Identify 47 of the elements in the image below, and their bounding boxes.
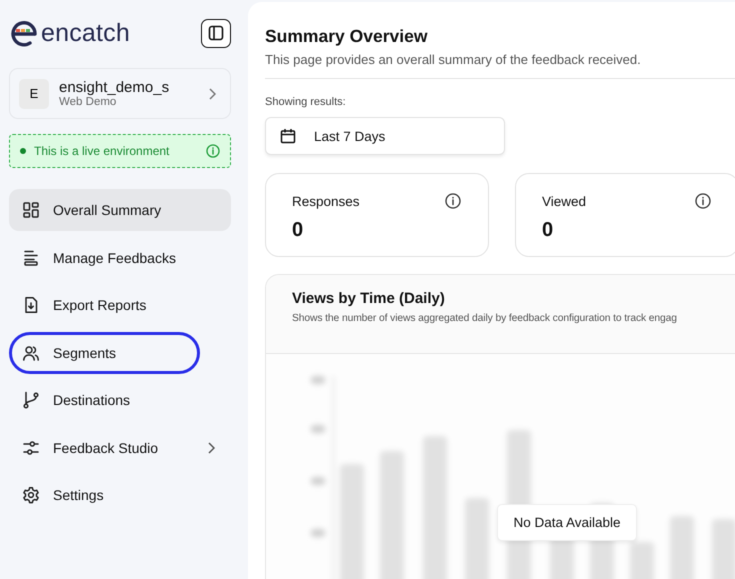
blurred-tick-label [311, 477, 325, 485]
nav-item[interactable]: Export Reports [9, 284, 231, 326]
nav-item[interactable]: Settings [9, 474, 231, 516]
sliders-icon [22, 438, 40, 456]
status-dot-icon [20, 148, 26, 154]
stat-label: Viewed [542, 194, 586, 208]
page-subtitle: This page provides an overall summary of the feedback received. [265, 52, 642, 67]
filter-label: Showing results: [265, 96, 347, 108]
info-icon [695, 193, 711, 209]
date-range-button[interactable]: Last 7 Days [265, 117, 505, 155]
chevron-right-icon [208, 88, 216, 100]
workspace-subtitle: Web Demo [59, 96, 118, 108]
blurred-bar [670, 516, 694, 579]
blurred-bar [712, 519, 735, 579]
stat-value: 0 [542, 219, 554, 242]
stat-value: 0 [292, 219, 304, 242]
nav-item[interactable]: Feedback Studio [9, 426, 231, 468]
branch-icon [22, 391, 40, 409]
settings-icon [22, 486, 40, 504]
stat-label: Responses [292, 194, 360, 208]
chart-description: Shows the number of views aggregated daily by feedback configuration to track engag [292, 313, 678, 324]
environment-text: This is a live environment [34, 144, 170, 158]
nav-item[interactable]: Manage Feedbacks [9, 236, 231, 278]
sidebar-icon [208, 25, 224, 41]
workspace-switcher[interactable]: E ensight_demo_s Web Demo [9, 68, 231, 119]
users-icon [22, 344, 40, 362]
page-title: Summary Overview [265, 26, 428, 47]
sidebar-toggle-button[interactable] [201, 18, 231, 48]
blurred-tick-label [311, 425, 325, 433]
chevron-right-icon [207, 442, 215, 454]
brand-name: encatch [41, 18, 130, 48]
chart-title: Views by Time (Daily) [292, 290, 446, 307]
nav-item[interactable]: Destinations [9, 379, 231, 421]
grid-icon [22, 201, 40, 219]
nav-item[interactable]: Overall Summary [9, 189, 231, 231]
nav-item[interactable]: Segments [9, 332, 200, 374]
list-icon [22, 248, 40, 266]
blurred-tick-label [311, 529, 325, 537]
info-icon [445, 193, 461, 209]
workspace-name: ensight_demo_s [59, 79, 170, 96]
info-icon [206, 144, 220, 158]
workspace-avatar: E [19, 78, 49, 108]
blurred-bar [630, 542, 654, 579]
calendar-icon [280, 128, 296, 144]
blurred-tick-label [311, 376, 325, 384]
logo-icon [10, 19, 38, 47]
empty-state-message: No Data Available [497, 504, 637, 541]
